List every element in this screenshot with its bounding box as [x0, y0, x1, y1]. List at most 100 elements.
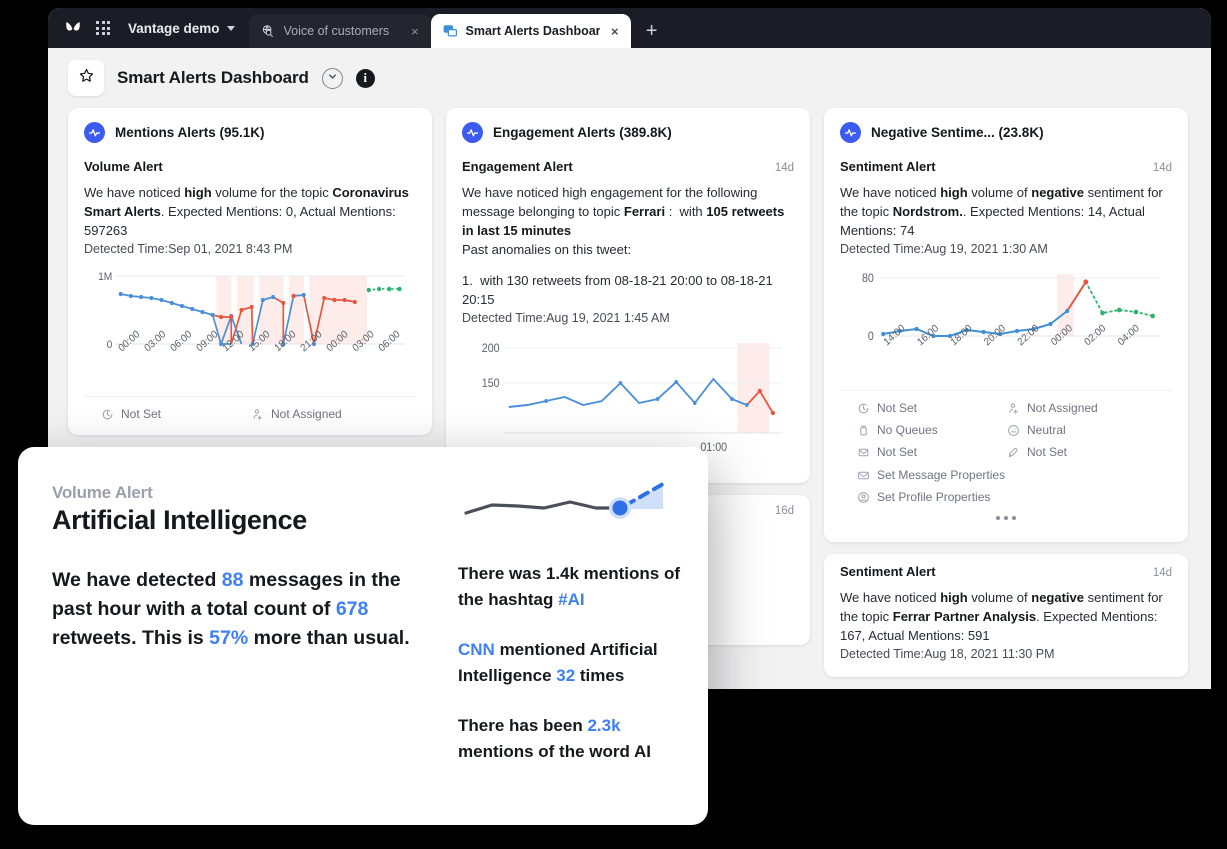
meta-due-date[interactable]: Not Set	[856, 401, 1006, 415]
screen: Vantage demo Voice of customers × Smart …	[0, 0, 1227, 849]
overlay-paragraph: We have detected 88 messages in the past…	[52, 569, 410, 649]
meta-label: Not Set	[877, 401, 918, 415]
tab-smart-alerts-dashboard[interactable]: Smart Alerts Dashboard ×	[430, 14, 631, 48]
card-header: Mentions Alerts (95.1K)	[68, 108, 432, 149]
alert-body: We have noticed high engagement for the …	[462, 185, 785, 257]
favorite-button[interactable]	[68, 60, 104, 96]
dashboard-header: Smart Alerts Dashboard i	[48, 48, 1211, 108]
alert-detected-time: Detected Time:Aug 19, 2021 1:30 AM	[840, 242, 1048, 256]
svg-text:04:00: 04:00	[1116, 323, 1142, 349]
meta-label: Not Assigned	[1027, 401, 1098, 415]
alert-top: Engagement Alert 14d	[462, 159, 794, 174]
svg-text:03:00: 03:00	[143, 329, 169, 355]
meta-label: Neutral	[1027, 423, 1066, 437]
globe-search-icon	[261, 24, 276, 39]
alert-age: 14d	[774, 162, 794, 174]
chevron-down-icon	[327, 69, 338, 87]
alert-meta-actions: Set Message Properties Set Profile Prope…	[856, 468, 1156, 504]
alert-top: Volume Alert	[84, 159, 416, 174]
alert-kind: Sentiment Alert	[840, 159, 936, 174]
meta-assignee[interactable]: Not Assigned	[1006, 401, 1156, 415]
alert-detail-overlay: Volume Alert Artificial Intelligence We …	[18, 447, 708, 825]
column-negative-sentiment-alerts: Negative Sentime... (23.8K) Sentiment Al…	[824, 108, 1188, 677]
close-icon[interactable]: ×	[408, 23, 422, 40]
card-title: Negative Sentime... (23.8K)	[871, 125, 1044, 140]
inbox-icon	[856, 445, 870, 459]
tab-label: Voice of customers	[283, 24, 390, 38]
meta-inbox[interactable]: Not Set	[856, 445, 1006, 459]
svg-text:06:00: 06:00	[377, 329, 403, 355]
svg-text:22:00: 22:00	[1016, 323, 1042, 349]
svg-text:1M: 1M	[98, 271, 112, 283]
chat-bubbles-icon	[443, 24, 458, 39]
svg-text:14:00: 14:00	[882, 323, 908, 349]
svg-text:00:00: 00:00	[117, 329, 143, 355]
alert-detected-time: Detected Time:Aug 19, 2021 1:45 AM	[462, 311, 670, 325]
overlay-stat-line: CNN mentioned Artificial Intelligence 32…	[458, 640, 658, 685]
workspace-switcher[interactable]: Vantage demo	[124, 8, 249, 48]
overlay-left-pane: Volume Alert Artificial Intelligence We …	[18, 447, 448, 825]
alert-item[interactable]: Volume Alert We have noticed high volume…	[68, 149, 432, 435]
svg-text:80: 80	[862, 273, 874, 285]
alert-item[interactable]: Engagement Alert 14d We have noticed hig…	[446, 149, 810, 483]
info-icon[interactable]: i	[355, 68, 375, 88]
alert-item[interactable]: Sentiment Alert 14d We have noticed high…	[824, 554, 1188, 677]
meta-campaign[interactable]: Not Set	[1006, 445, 1156, 459]
alert-detected-time: Detected Time:Aug 18, 2021 11:30 PM	[840, 647, 1055, 661]
card-negative-sentiment-alerts: Negative Sentime... (23.8K) Sentiment Al…	[824, 108, 1188, 542]
dashboard-menu-button[interactable]	[321, 67, 343, 89]
envelope-icon	[856, 468, 870, 482]
pulse-avatar-icon	[840, 122, 861, 143]
alert-anomaly-item: 1. with 130 retweets from 08-18-21 20:00…	[462, 273, 773, 307]
meta-sentiment[interactable]: Neutral	[1006, 423, 1156, 437]
tab-voice-of-customers[interactable]: Voice of customers ×	[248, 14, 431, 48]
svg-text:20:00: 20:00	[982, 323, 1008, 349]
chevron-down-icon	[226, 25, 235, 31]
alert-body: We have noticed high volume of negative …	[840, 185, 1163, 238]
svg-text:06:00: 06:00	[169, 329, 195, 355]
alert-age: 16d	[774, 505, 794, 517]
overlay-stat-line: There was 1.4k mentions of the hashtag #…	[458, 564, 681, 609]
trend-sparkline-icon	[458, 475, 686, 535]
card-negative-sentiment-alert-secondary: Sentiment Alert 14d We have noticed high…	[824, 554, 1188, 677]
card-header: Engagement Alerts (389.8K)	[446, 108, 810, 149]
chart-sentiment-mentions: 80 0 14:00 16:00 18:00 20:00 22:00 00:00…	[840, 256, 1172, 378]
alert-meta-block: Not Set Not Assigned No Queues Neutral N…	[840, 390, 1172, 542]
svg-text:0: 0	[868, 331, 874, 343]
person-add-icon	[250, 407, 264, 421]
set-message-properties-button[interactable]: Set Message Properties	[856, 468, 1156, 482]
rocket-icon	[1006, 445, 1020, 459]
meta-label: Not Assigned	[271, 407, 342, 421]
app-grid-icon[interactable]	[90, 8, 116, 48]
overlay-stat-line: There has been 2.3k mentions of the word…	[458, 716, 651, 761]
card-title: Engagement Alerts (389.8K)	[493, 125, 672, 140]
workspace-label: Vantage demo	[128, 20, 220, 36]
alert-detected-time: Detected Time:Sep 01, 2021 8:43 PM	[84, 242, 293, 256]
alert-item[interactable]: Sentiment Alert 14d We have noticed high…	[824, 149, 1188, 542]
card-engagement-alerts: Engagement Alerts (389.8K) Engagement Al…	[446, 108, 810, 483]
meta-due-date[interactable]: Not Set	[100, 407, 250, 421]
new-tab-button[interactable]: +	[631, 14, 673, 48]
clock-dashed-icon	[856, 401, 870, 415]
set-profile-properties-button[interactable]: Set Profile Properties	[856, 490, 1156, 504]
pulse-avatar-icon	[84, 122, 105, 143]
meta-assignee[interactable]: Not Assigned	[250, 407, 400, 421]
alert-top: Sentiment Alert 14d	[840, 564, 1172, 579]
meta-queues[interactable]: No Queues	[856, 423, 1006, 437]
alert-body: We have noticed high volume of negative …	[840, 590, 1163, 643]
profile-circle-icon	[856, 490, 870, 504]
neutral-face-icon	[1006, 423, 1020, 437]
alert-kind: Sentiment Alert	[840, 564, 936, 579]
chart-engagement-retweets: 200 150 01:00	[462, 325, 794, 465]
close-icon[interactable]: ×	[608, 23, 622, 40]
pulse-avatar-icon	[462, 122, 483, 143]
card-title: Mentions Alerts (95.1K)	[115, 125, 265, 140]
app-logo-icon	[60, 8, 86, 48]
tab-label: Smart Alerts Dashboard	[465, 24, 600, 38]
meta-label: Not Set	[121, 407, 162, 421]
alert-age: 14d	[1152, 567, 1172, 579]
browser-tab-bar: Vantage demo Voice of customers × Smart …	[48, 8, 1211, 48]
page-title: Smart Alerts Dashboard	[117, 68, 309, 87]
svg-text:200: 200	[482, 343, 500, 355]
ellipsis-icon[interactable]	[856, 504, 1156, 530]
